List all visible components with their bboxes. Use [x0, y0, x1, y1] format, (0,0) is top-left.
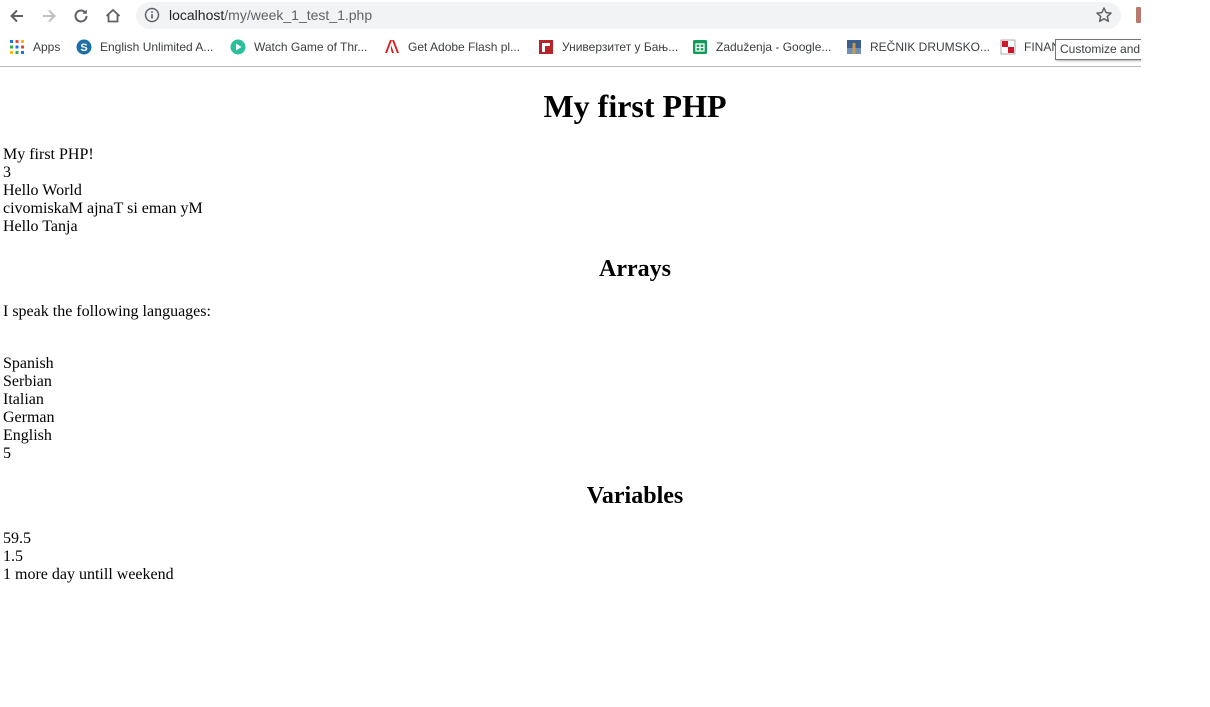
forward-arrow-icon: [43, 9, 56, 23]
language-item: German: [3, 409, 55, 426]
english-unlimited-icon: S: [76, 39, 92, 55]
home-button[interactable]: [101, 4, 125, 28]
bookmark-label: Apps: [33, 40, 61, 54]
bookmark-recnik[interactable]: REČNIK DRUMSKO...: [846, 38, 990, 56]
url-host: localhost: [169, 7, 225, 23]
output-line: Hello World: [3, 182, 82, 199]
output-line: Hello Tanja: [3, 218, 78, 235]
bookmark-adobe-flash[interactable]: Get Adobe Flash pl...: [384, 38, 520, 56]
variables-heading: Variables: [586, 483, 684, 509]
forward-button[interactable]: [37, 4, 61, 28]
bookmark-star-icon[interactable]: [1095, 6, 1113, 24]
bookmark-zaduzenja[interactable]: Zaduženja - Google...: [692, 38, 831, 56]
window-edge: [1141, 0, 1210, 707]
languages-count: 5: [3, 445, 11, 462]
bookmark-game-of-thrones[interactable]: Watch Game of Thr...: [230, 38, 367, 56]
output-line: 3: [3, 164, 11, 181]
bookmark-label: Zaduženja - Google...: [716, 40, 832, 54]
language-item: Italian: [3, 391, 44, 408]
bookmark-label: Get Adobe Flash pl...: [408, 40, 521, 54]
bookmark-english-unlimited[interactable]: S English Unlimited A...: [76, 38, 213, 56]
google-sheets-icon: [692, 39, 708, 55]
url-path: /my/week_1_test_1.php: [224, 7, 373, 23]
language-item: Spanish: [3, 355, 54, 372]
browser-chrome: localhost/my/week_1_test_1.php Apps S En…: [0, 0, 1161, 67]
variable-output: 1.5: [3, 548, 23, 565]
adobe-icon: [384, 39, 400, 55]
language-item: English: [3, 427, 52, 444]
university-icon: [538, 39, 554, 55]
bookmark-university[interactable]: Универзитет у Бањ...: [538, 38, 678, 56]
bookmark-label: REČNIK DRUMSKO...: [870, 40, 991, 54]
bookmark-label: English Unlimited A...: [100, 40, 214, 54]
bookmark-finance[interactable]: FINAN: [1000, 38, 1060, 56]
reload-button[interactable]: [69, 4, 93, 28]
variable-output: 59.5: [3, 530, 31, 547]
browser-toolbar: localhost/my/week_1_test_1.php: [0, 0, 1141, 32]
apps-grid-icon: [9, 39, 25, 55]
bookmarks-bar: Apps S English Unlimited A... Watch Game…: [0, 33, 1141, 61]
info-icon[interactable]: [144, 7, 160, 23]
back-arrow-icon: [10, 9, 23, 23]
output-line: civomiskaM ajnaT si eman yM: [3, 200, 203, 217]
page-title: My first PHP: [543, 88, 727, 124]
address-bar[interactable]: localhost/my/week_1_test_1.php: [136, 2, 1121, 29]
languages-intro: I speak the following languages:: [3, 303, 211, 320]
output-line: My first PHP!: [3, 146, 94, 163]
home-icon: [105, 8, 121, 23]
variable-output: 1 more day untill weekend: [3, 566, 174, 583]
bookmark-label: Watch Game of Thr...: [254, 40, 368, 54]
bookmark-label: Универзитет у Бањ...: [562, 40, 679, 54]
reload-icon: [74, 9, 88, 23]
bookmark-apps[interactable]: Apps: [9, 38, 60, 56]
url-text[interactable]: localhost/my/week_1_test_1.php: [169, 7, 372, 23]
language-item: Serbian: [3, 373, 52, 390]
svg-text:S: S: [80, 42, 87, 54]
play-circle-icon: [230, 39, 246, 55]
recnik-icon: [846, 39, 862, 55]
back-button[interactable]: [5, 4, 29, 28]
finance-icon: [1000, 39, 1016, 55]
arrays-heading: Arrays: [599, 256, 671, 282]
